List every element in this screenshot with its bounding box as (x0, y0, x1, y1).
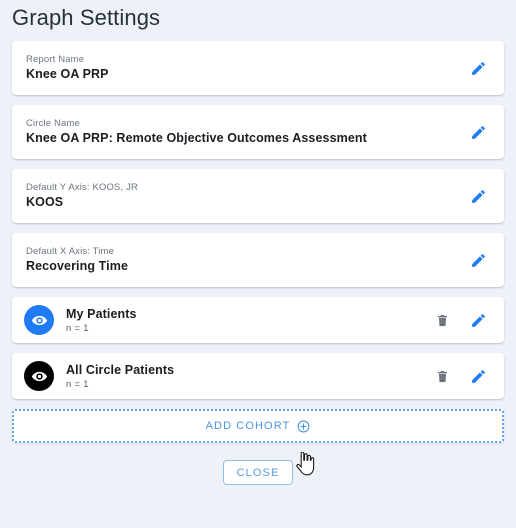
pencil-icon[interactable] (466, 308, 490, 332)
trash-icon[interactable] (430, 364, 454, 388)
cohort-count: n = 1 (66, 378, 430, 391)
pencil-icon[interactable] (466, 248, 490, 272)
plus-circle-icon (297, 420, 310, 433)
close-button[interactable]: CLOSE (223, 460, 294, 485)
setting-text-group: Default X Axis: Time Recovering Time (26, 245, 466, 275)
trash-icon[interactable] (430, 308, 454, 332)
setting-text-group: Circle Name Knee OA PRP: Remote Objectiv… (26, 117, 466, 147)
setting-row-default-x-axis[interactable]: Default X Axis: Time Recovering Time (12, 233, 504, 287)
cohort-row-my-patients[interactable]: My Patients n = 1 (12, 297, 504, 343)
pencil-icon[interactable] (466, 56, 490, 80)
cohort-row-all-circle-patients[interactable]: All Circle Patients n = 1 (12, 353, 504, 399)
setting-text-group: Default Y Axis: KOOS, JR KOOS (26, 181, 466, 211)
setting-value: Knee OA PRP (26, 66, 466, 83)
cohort-actions (430, 308, 490, 332)
setting-row-circle-name[interactable]: Circle Name Knee OA PRP: Remote Objectiv… (12, 105, 504, 159)
setting-text-group: Report Name Knee OA PRP (26, 53, 466, 83)
cohort-actions (430, 364, 490, 388)
setting-value: KOOS (26, 194, 466, 211)
setting-row-report-name[interactable]: Report Name Knee OA PRP (12, 41, 504, 95)
graph-settings-panel: Graph Settings Report Name Knee OA PRP C… (0, 0, 516, 528)
cohort-text-group: My Patients n = 1 (66, 306, 430, 335)
setting-label: Default X Axis: Time (26, 245, 466, 258)
cohort-name: My Patients (66, 306, 430, 322)
eye-icon[interactable] (24, 305, 54, 335)
page-title: Graph Settings (12, 0, 504, 35)
setting-label: Circle Name (26, 117, 466, 130)
eye-icon[interactable] (24, 361, 54, 391)
add-cohort-label: ADD COHORT (206, 420, 291, 432)
setting-value: Knee OA PRP: Remote Objective Outcomes A… (26, 130, 466, 147)
setting-label: Default Y Axis: KOOS, JR (26, 181, 466, 194)
setting-label: Report Name (26, 53, 466, 66)
add-cohort-button[interactable]: ADD COHORT (12, 409, 504, 443)
pencil-icon[interactable] (466, 364, 490, 388)
footer-actions: CLOSE (12, 443, 504, 485)
cohort-name: All Circle Patients (66, 362, 430, 378)
cohort-text-group: All Circle Patients n = 1 (66, 362, 430, 391)
setting-row-default-y-axis[interactable]: Default Y Axis: KOOS, JR KOOS (12, 169, 504, 223)
pencil-icon[interactable] (466, 120, 490, 144)
cohort-count: n = 1 (66, 322, 430, 335)
pencil-icon[interactable] (466, 184, 490, 208)
setting-value: Recovering Time (26, 258, 466, 275)
